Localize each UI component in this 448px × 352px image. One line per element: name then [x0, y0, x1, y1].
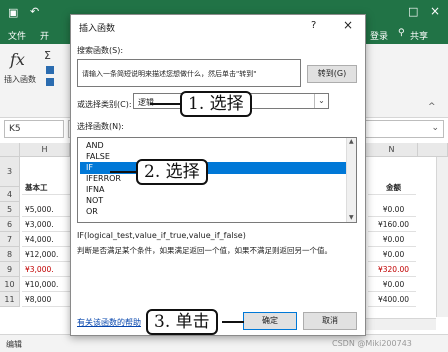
cell[interactable]: ¥8,000	[22, 292, 70, 307]
list-item[interactable]: OR	[80, 206, 350, 218]
watermark: CSDN @Miki200743	[332, 339, 412, 348]
chevron-down-icon[interactable]: ⌄	[314, 94, 328, 108]
cell[interactable]: ¥160.00	[368, 217, 416, 232]
status-mode: 编辑	[6, 340, 22, 349]
column-header-n[interactable]: N	[366, 143, 418, 157]
login-link[interactable]: 登录	[370, 29, 388, 42]
callout-step-3: 3. 单击	[146, 309, 218, 335]
row-header-9[interactable]: 9	[0, 262, 20, 277]
row-header-5[interactable]: 5	[0, 202, 20, 217]
dialog-title: 插入函数	[79, 24, 116, 34]
search-input[interactable]: 请输入一条简短说明来描述您想做什么，然后单击"转到"	[77, 59, 301, 87]
callout-3-line	[222, 321, 244, 323]
row-header-4[interactable]: 4	[0, 187, 20, 202]
insert-function-label[interactable]: 插入函数	[4, 74, 36, 85]
horizontal-scrollbar[interactable]	[366, 318, 436, 330]
autosum-icon[interactable]: Σ	[44, 49, 51, 62]
header-cell-amount[interactable]: 金额	[368, 180, 416, 195]
cell[interactable]: ¥3,000.	[22, 217, 70, 232]
cell[interactable]: ¥10,000.	[22, 277, 70, 292]
status-bar: 编辑 CSDN @Miki200743	[0, 334, 448, 352]
row-header-11[interactable]: 11	[0, 292, 20, 307]
row-header-3[interactable]: 3	[0, 157, 20, 187]
callout-step-2: 2. 选择	[136, 159, 208, 185]
function-list[interactable]: AND FALSE IF IFERROR IFNA NOT OR ▲ ▼	[77, 137, 357, 223]
name-box[interactable]: K5	[4, 120, 64, 138]
cell[interactable]: ¥0.00	[368, 247, 416, 262]
function-description: 判断是否满足某个条件，如果满足返回一个值，如果不满足则返回另一个值。	[77, 246, 332, 255]
fx-icon[interactable]: fx	[10, 50, 25, 69]
cell[interactable]: ¥5,000.	[22, 202, 70, 217]
chevron-down-icon[interactable]: ⌄	[431, 123, 439, 133]
cell[interactable]: ¥400.00	[368, 292, 416, 307]
cell[interactable]: ¥0.00	[368, 277, 416, 292]
callout-1-line	[150, 103, 180, 105]
cell[interactable]: ¥4,000.	[22, 232, 70, 247]
help-icon[interactable]: ?	[311, 20, 316, 31]
user-icon: ⚲	[398, 28, 405, 38]
function-library-icon[interactable]	[46, 66, 54, 74]
insert-function-dialog: 插入函数 ? × 搜索函数(S): 请输入一条简短说明来描述您想做什么，然后单击…	[70, 14, 366, 336]
search-input-text: 请输入一条简短说明来描述您想做什么，然后单击"转到"	[82, 70, 257, 78]
row-header-7[interactable]: 7	[0, 232, 20, 247]
undo-icon[interactable]: ↶	[30, 5, 39, 18]
tab-file[interactable]: 文件	[8, 29, 26, 42]
cell[interactable]: ¥0.00	[368, 202, 416, 217]
search-label: 搜索函数(S):	[77, 46, 124, 55]
cell[interactable]: ¥12,000.	[22, 247, 70, 262]
cell[interactable]: ¥3,000.	[22, 262, 70, 277]
row-header-8[interactable]: 8	[0, 247, 20, 262]
select-all-corner[interactable]	[0, 143, 20, 157]
close-window-icon[interactable]: ×	[430, 4, 440, 18]
list-scrollbar[interactable]: ▲ ▼	[346, 138, 356, 222]
callout-2-line	[110, 171, 136, 173]
cancel-button[interactable]: 取消	[303, 312, 357, 330]
row-header-6[interactable]: 6	[0, 217, 20, 232]
vertical-scrollbar[interactable]	[436, 157, 448, 317]
row-header-10[interactable]: 10	[0, 277, 20, 292]
save-icon[interactable]: ▣	[8, 6, 18, 19]
function-library-icon-2[interactable]	[46, 78, 54, 86]
tab-home[interactable]: 开	[40, 29, 49, 42]
share-button[interactable]: 共享	[410, 29, 428, 42]
scroll-down-icon[interactable]: ▼	[349, 214, 354, 221]
help-link[interactable]: 有关该函数的帮助	[77, 317, 141, 328]
column-header-o[interactable]	[418, 143, 448, 157]
cell[interactable]: ¥320.00	[368, 262, 416, 277]
callout-step-1: 1. 选择	[180, 91, 252, 117]
scroll-up-icon[interactable]: ▲	[349, 138, 354, 145]
goto-button[interactable]: 转到(G)	[307, 65, 357, 83]
function-list-label: 选择函数(N):	[77, 122, 124, 131]
header-cell-base-salary[interactable]: 基本工	[22, 180, 70, 195]
function-signature: IF(logical_test,value_if_true,value_if_f…	[77, 231, 246, 240]
cell[interactable]: ¥0.00	[368, 232, 416, 247]
close-icon[interactable]: ×	[343, 18, 353, 32]
maximize-icon[interactable]: □	[408, 5, 418, 18]
column-header-h[interactable]: H	[20, 143, 70, 157]
collapse-ribbon-icon[interactable]: ^	[428, 102, 436, 112]
ok-button[interactable]: 确定	[243, 312, 297, 330]
category-label: 或选择类别(C):	[77, 100, 132, 109]
